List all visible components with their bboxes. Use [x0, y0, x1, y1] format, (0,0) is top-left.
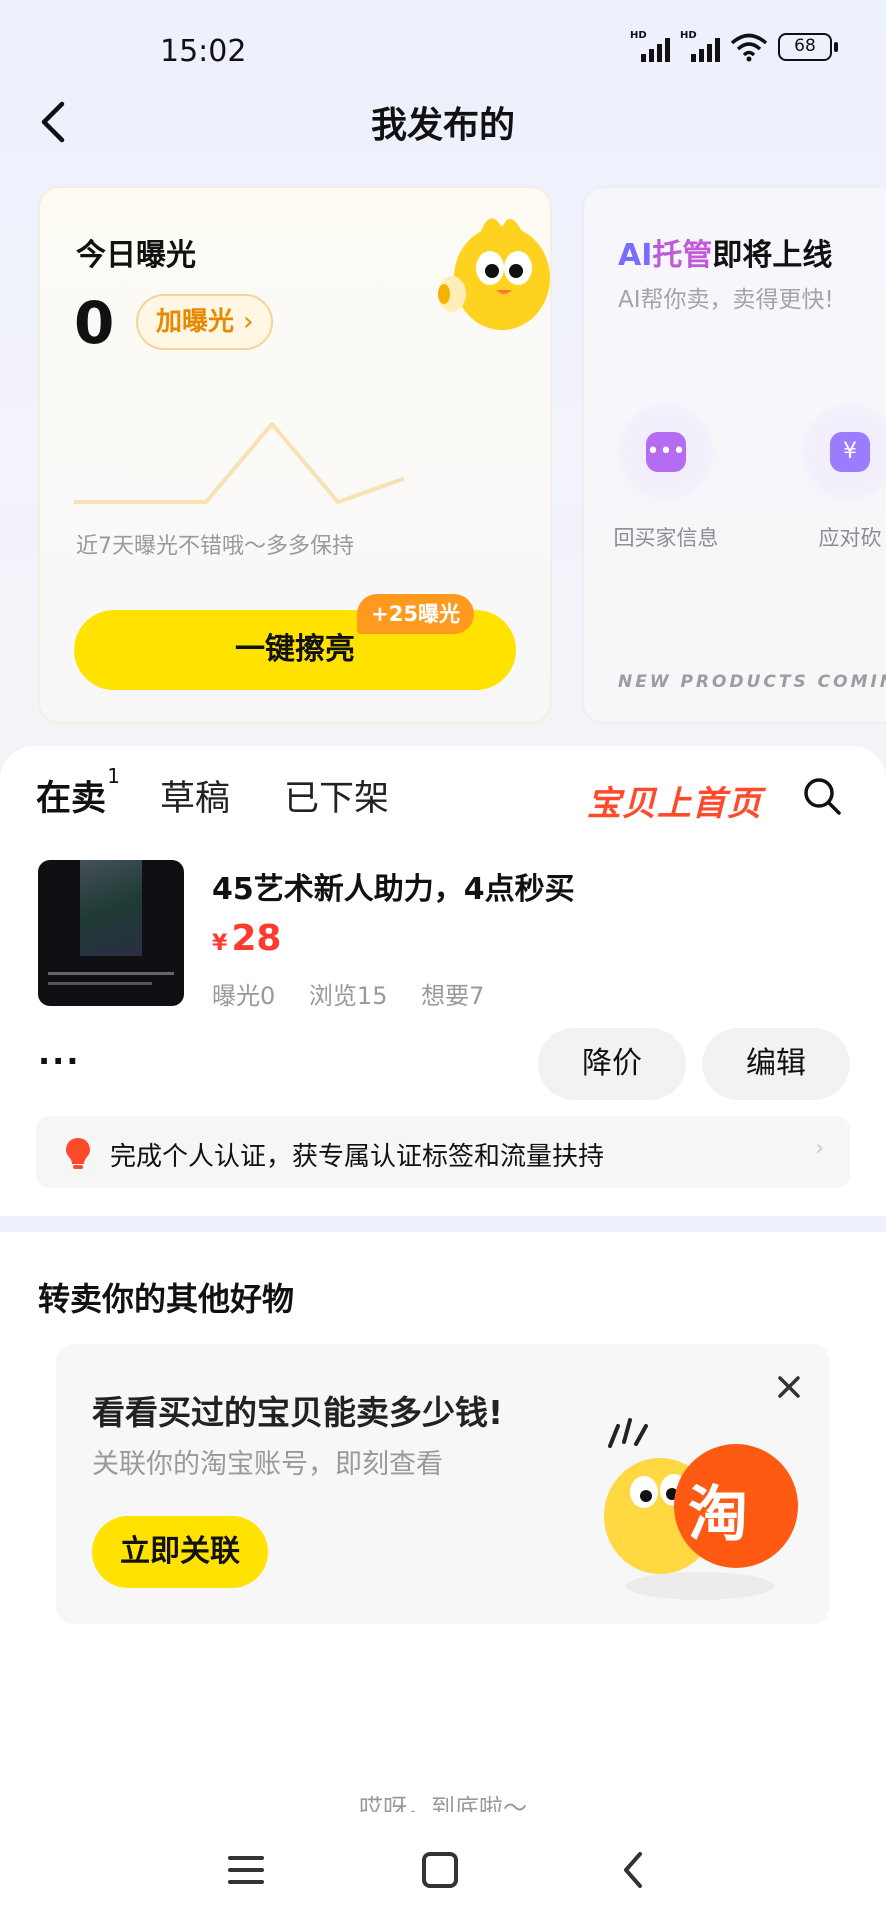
item-price: ¥28 — [212, 918, 281, 959]
ai-feature-reply-buyer: ••• 回买家信息 — [596, 404, 736, 552]
peacock-artwork-image — [80, 860, 142, 956]
ai-card-title: AI托管即将上线 — [618, 230, 832, 274]
exposure-bonus-badge: +25曝光 — [357, 594, 474, 634]
one-click-refresh-button[interactable]: 一键擦亮 +25曝光 — [74, 594, 516, 690]
exposure-trend-line — [74, 422, 404, 504]
status-time: 15:02 — [160, 34, 247, 69]
status-icons: HD HD 68 — [630, 30, 838, 62]
verification-banner[interactable]: 完成个人认证，获专属认证标签和流量扶持 › — [36, 1116, 850, 1188]
search-icon[interactable] — [802, 776, 842, 816]
close-icon[interactable] — [774, 1372, 804, 1402]
end-of-list-text: 哎呀，到底啦～ — [359, 1794, 527, 1812]
cellular-signal-icon: HD — [630, 30, 670, 62]
taobao-logo-text: 淘 — [688, 1480, 748, 1550]
wifi-icon — [730, 33, 768, 62]
ai-card-subtitle: AI帮你卖，卖得更快! — [618, 287, 834, 313]
listing-panel: 在卖 1 草稿 已下架 宝贝上首页 45艺术新人助力，4点秒买 ¥28 曝光0 浏… — [0, 746, 886, 1216]
currency-symbol: ¥ — [212, 931, 228, 956]
yen-icon: ¥ — [830, 432, 870, 472]
exposure-label: 今日曝光 — [76, 238, 196, 273]
price-value: 28 — [231, 918, 282, 959]
chevron-right-icon: › — [243, 307, 254, 337]
listing-tabs: 在卖 1 草稿 已下架 — [34, 764, 443, 821]
coming-soon-text: NEW PRODUCTS COMING SOON — [618, 672, 886, 692]
page-title: 我发布的 — [370, 105, 515, 146]
ai-feature-label: 应对砍 — [818, 526, 882, 550]
tab-delisted[interactable]: 已下架 — [284, 770, 389, 821]
resell-section: 转卖你的其他好物 看看买过的宝贝能卖多少钱! 关联你的淘宝账号，即刻查看 立即关… — [0, 1232, 886, 1920]
exposure-note: 近7天曝光不错哦～多多保持 — [76, 534, 354, 559]
battery-icon: 68 — [778, 33, 838, 61]
exposure-card[interactable]: 今日曝光 0 加曝光 › 近7天曝光不错哦～多多保持 一键擦亮 +25曝光 — [38, 186, 552, 724]
taobao-card-title: 看看买过的宝贝能卖多少钱! — [92, 1393, 504, 1432]
back-icon[interactable] — [606, 1842, 662, 1898]
refresh-button-label: 一键擦亮 — [235, 632, 355, 667]
taobao-card-subtitle: 关联你的淘宝账号，即刻查看 — [92, 1449, 443, 1480]
add-exposure-label: 加曝光 — [156, 307, 235, 337]
tab-count-badge: 1 — [107, 764, 121, 788]
promote-to-homepage-link[interactable]: 宝贝上首页 — [587, 776, 762, 825]
link-now-button[interactable]: 立即关联 — [92, 1516, 268, 1588]
ai-managed-card[interactable]: AI托管即将上线 AI帮你卖，卖得更快! ••• 回买家信息 ¥ 应对砍 NEW… — [582, 186, 886, 724]
chat-bubble-icon: ••• — [646, 432, 686, 472]
exposure-trend-chart — [74, 422, 404, 504]
stat-views: 浏览15 — [308, 982, 388, 1010]
exposure-value: 0 — [74, 289, 115, 357]
mascot-chick-icon — [438, 218, 550, 330]
ai-title-managed: 托管 — [652, 238, 713, 273]
system-navigation-bar — [0, 1820, 886, 1920]
ai-feature-label: 回买家信息 — [613, 526, 719, 550]
item-stats: 曝光0 浏览15 想要7 — [212, 976, 510, 1011]
reduce-price-button[interactable]: 降价 — [538, 1028, 686, 1100]
edit-button[interactable]: 编辑 — [702, 1028, 850, 1100]
cellular-signal-icon-2: HD — [680, 30, 720, 62]
status-bar: 15:02 HD HD 68 — [0, 0, 886, 96]
stat-exposure: 曝光0 — [212, 982, 276, 1010]
item-thumbnail[interactable] — [38, 860, 184, 1006]
verification-text: 完成个人认证，获专属认证标签和流量扶持 — [110, 1142, 605, 1172]
item-title[interactable]: 45艺术新人助力，4点秒买 — [212, 864, 575, 908]
tab-on-sale[interactable]: 在卖 1 — [34, 764, 120, 821]
more-options-button[interactable]: ··· — [38, 1042, 80, 1080]
tab-drafts[interactable]: 草稿 — [160, 770, 230, 821]
chevron-right-icon: › — [815, 1136, 824, 1161]
lightbulb-icon — [66, 1138, 90, 1169]
ai-title-ai: AI — [618, 238, 653, 273]
add-exposure-button[interactable]: 加曝光 › — [136, 294, 274, 350]
stat-wants: 想要7 — [421, 982, 485, 1010]
resell-section-title: 转卖你的其他好物 — [38, 1280, 295, 1318]
menu-icon[interactable] — [218, 1842, 274, 1898]
ai-title-suffix: 即将上线 — [712, 238, 833, 273]
ai-feature-bargain: ¥ 应对砍 — [780, 404, 886, 552]
taobao-link-card[interactable]: 看看买过的宝贝能卖多少钱! 关联你的淘宝账号，即刻查看 立即关联 淘 — [56, 1344, 830, 1624]
tab-label: 在卖 — [36, 779, 107, 819]
home-square-icon[interactable] — [412, 1842, 468, 1898]
